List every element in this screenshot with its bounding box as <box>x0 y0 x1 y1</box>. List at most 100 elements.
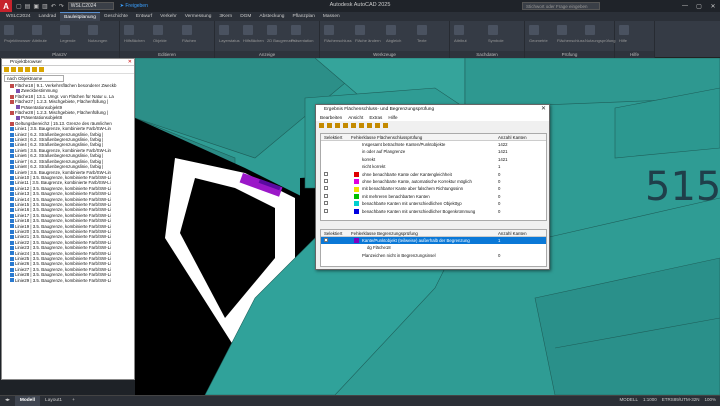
save-as-icon[interactable]: ▥ <box>42 3 48 10</box>
open-file-icon[interactable]: ▤ <box>25 3 31 10</box>
tree-item[interactable]: Linie29 | 3.5. Baugrenze, kombinierte Fa… <box>4 278 134 283</box>
close-icon[interactable]: ✕ <box>128 59 132 66</box>
add-layout-icon[interactable]: + <box>67 396 80 406</box>
table-row[interactable]: mit mehreren benachbarten Kanten 0 <box>321 193 546 200</box>
table-row[interactable]: ohne benachbarte Kante, automatische Kor… <box>321 178 546 185</box>
row-checkbox[interactable] <box>324 238 328 242</box>
ribbon-button-icon[interactable] <box>60 25 70 35</box>
refresh-icon[interactable] <box>367 123 372 128</box>
table-row[interactable]: Insgesamt betrachtete Kanten/Punktobjekt… <box>321 141 546 148</box>
autocad-logo-icon[interactable]: A <box>0 0 12 12</box>
row-checkbox[interactable] <box>324 193 328 198</box>
table-row[interactable]: benachbarte Kanten mit unterschiedlicher… <box>321 208 546 215</box>
ribbon-tab-pflanzplan[interactable]: Pflanzplan <box>288 12 318 21</box>
ribbon-button-icon[interactable] <box>124 25 134 35</box>
table-row[interactable]: benachbarte Kanten mit unterschiedlichen… <box>321 200 546 207</box>
delete-icon[interactable] <box>375 123 380 128</box>
ribbon-tab-entwurf[interactable]: Entwurf <box>132 12 156 21</box>
ribbon-tab-landrad[interactable]: Landrad <box>35 12 61 21</box>
ribbon-button-icon[interactable] <box>153 25 163 35</box>
ribbon-tab-dgm[interactable]: DGM <box>236 12 255 21</box>
help-icon[interactable] <box>383 123 388 128</box>
ribbon-button-label[interactable]: Nutzungsprüfung <box>585 38 615 43</box>
status-item[interactable]: MODELL <box>619 397 638 402</box>
ribbon-button-label[interactable]: Attribute <box>32 38 47 43</box>
ribbon-button-label[interactable]: Geometrie <box>529 38 548 43</box>
new-file-icon[interactable]: ▢ <box>16 3 22 10</box>
ribbon-button-icon[interactable] <box>4 25 14 35</box>
layout-nav-icon[interactable]: ◂▸ <box>0 396 15 406</box>
ribbon-button-label[interactable]: Fläche ändern <box>355 38 381 43</box>
ribbon-tab-vermessung[interactable]: Vermessung <box>181 12 216 21</box>
column-header[interactable]: Selektiert <box>321 230 351 236</box>
ribbon-button-icon[interactable] <box>619 25 629 35</box>
row-checkbox[interactable] <box>324 171 328 176</box>
ribbon-button-icon[interactable] <box>291 25 301 35</box>
column-header[interactable]: Fehlerklasse Flächenschlussprüfung <box>351 134 495 140</box>
close-icon[interactable]: ✕ <box>541 105 546 114</box>
ribbon-button-icon[interactable] <box>355 25 365 35</box>
zoom-icon[interactable] <box>327 123 332 128</box>
table-row[interactable]: Kante/Punktobjekt (teilweise) außerhalb … <box>321 237 546 245</box>
ribbon-button-label[interactable]: Texte <box>417 38 427 43</box>
ribbon-button-label[interactable]: Legende <box>60 38 76 43</box>
status-item[interactable]: 100% <box>704 397 716 402</box>
ribbon-button-label[interactable]: Flächenschluss <box>557 38 585 43</box>
row-checkbox[interactable] <box>324 186 328 191</box>
ribbon-button-label[interactable]: Layerstatus <box>219 38 240 43</box>
ribbon-button-label[interactable]: Flächen <box>182 38 196 43</box>
row-checkbox[interactable] <box>324 178 328 183</box>
ribbon-tab-bauleitplanung[interactable]: Bauleitplanung <box>60 12 100 21</box>
save-icon[interactable]: ▣ <box>33 3 39 10</box>
table-row[interactable]: dg Fläche18 <box>321 244 546 251</box>
folder-icon[interactable] <box>4 67 9 72</box>
redo-icon[interactable]: ↷ <box>59 3 64 10</box>
ribbon-button-label[interactable]: Objekte <box>153 38 167 43</box>
ribbon-button-label[interactable]: Flächenschluss <box>324 38 352 43</box>
tree-icon[interactable] <box>25 67 30 72</box>
ribbon-button-icon[interactable] <box>88 25 98 35</box>
ribbon-tab-verkehr[interactable]: Verkehr <box>156 12 181 21</box>
ribbon-button-label[interactable]: Attribut <box>454 38 467 43</box>
select-icon[interactable] <box>335 123 340 128</box>
ribbon-tab-absteckung[interactable]: Absteckung <box>255 12 288 21</box>
ribbon-button-label[interactable]: Präsentation <box>291 38 313 43</box>
minimize-icon[interactable]: — <box>678 0 692 12</box>
table-row[interactable]: mit benachbarter Kante aber falschem Ric… <box>321 185 546 192</box>
status-item[interactable]: ETRS89/UTM-32N <box>662 397 700 402</box>
filter-icon[interactable] <box>11 67 16 72</box>
refresh-icon[interactable] <box>18 67 23 72</box>
ribbon-button-icon[interactable] <box>182 25 192 35</box>
close-icon[interactable]: ✕ <box>706 0 720 12</box>
ribbon-button-label[interactable]: Hilfe <box>619 38 627 43</box>
check-icon[interactable] <box>359 123 364 128</box>
ribbon-button-icon[interactable] <box>454 25 464 35</box>
settings-icon[interactable] <box>39 67 44 72</box>
ribbon-button-label[interactable]: Nutzungen <box>88 38 107 43</box>
row-checkbox[interactable] <box>324 208 328 213</box>
table-row[interactable]: ohne benachbarte Kante oder Kantengleich… <box>321 171 546 178</box>
row-checkbox[interactable] <box>324 201 328 206</box>
dialog-menu-extras[interactable]: Extras <box>369 114 382 121</box>
dialog-menu-bearbeiten[interactable]: Bearbeiten <box>320 114 342 121</box>
table-row[interactable]: nicht korrekt 1 <box>321 163 546 170</box>
mark-icon[interactable] <box>343 123 348 128</box>
column-header[interactable]: Anzahl Kanten <box>495 134 545 140</box>
zoom-icon[interactable] <box>32 67 37 72</box>
status-item[interactable]: 1:1000 <box>643 397 657 402</box>
ribbon-button-label[interactable]: Symbole <box>488 38 504 43</box>
maximize-icon[interactable]: ▢ <box>692 0 706 12</box>
ribbon-button-label[interactable]: Projektbrowser <box>4 38 31 43</box>
ribbon-tab-geschichte[interactable]: Geschichte <box>100 12 132 21</box>
ribbon-button-icon[interactable] <box>267 25 277 35</box>
table-row[interactable]: in oder auf Plangrenze 1421 <box>321 148 546 155</box>
ribbon-button-icon[interactable] <box>324 25 334 35</box>
layout-tab-layout1[interactable]: Layout1 <box>40 396 67 406</box>
ribbon-button-icon[interactable] <box>386 25 396 35</box>
ribbon-tab-massen[interactable]: Massen <box>319 12 344 21</box>
ribbon-button-icon[interactable] <box>529 25 539 35</box>
column-header[interactable]: Fehlerklasse Begrenzungsprüfung <box>351 230 495 236</box>
table-row[interactable]: korrekt 1421 <box>321 156 546 163</box>
ribbon-button-icon[interactable] <box>585 25 595 35</box>
dialog-menu-hilfe[interactable]: Hilfe <box>388 114 397 121</box>
